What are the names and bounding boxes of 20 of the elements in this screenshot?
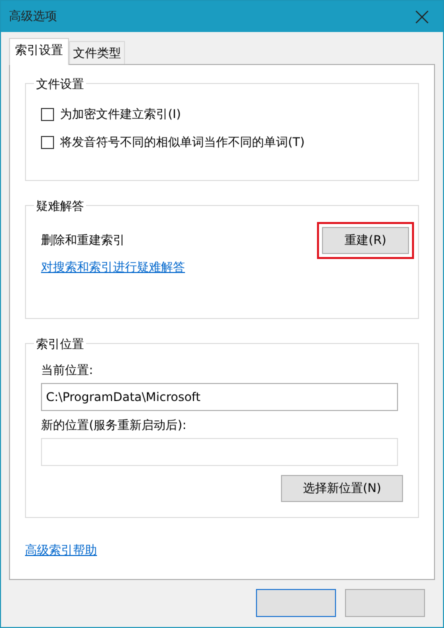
field-label: 当前位置: [41, 362, 94, 379]
window-title: 高级选项 [9, 8, 57, 25]
dialog-button[interactable] [256, 589, 336, 617]
label: 删除和重建索引 [41, 232, 125, 249]
checkbox[interactable] [41, 108, 54, 120]
checkbox-label[interactable]: 为加密文件建立索引(I) [60, 106, 181, 122]
rebuild-button[interactable]: 重建(R) [322, 227, 409, 254]
close-icon[interactable] [415, 10, 429, 24]
current-location-field[interactable]: C:\ProgramData\Microsoft [41, 383, 398, 411]
group-title: 文件设置 [34, 76, 86, 93]
field-label: 新的位置(服务重新启动后): [41, 417, 188, 434]
checkbox-label[interactable]: 将发音符号不同的相似单词当作不同的单词(T) [60, 134, 305, 150]
tab[interactable]: 索引设置 [9, 38, 69, 65]
group-title: 索引位置 [34, 336, 86, 353]
group-title: 疑难解答 [34, 198, 86, 215]
checkbox[interactable] [41, 136, 54, 148]
tab[interactable]: 文件类型 [69, 41, 125, 64]
help-link[interactable]: 高级索引帮助 [25, 542, 97, 559]
select-location-button[interactable]: 选择新位置(N) [281, 475, 403, 502]
troubleshoot-link[interactable]: 对搜索和索引进行疑难解答 [41, 260, 185, 274]
